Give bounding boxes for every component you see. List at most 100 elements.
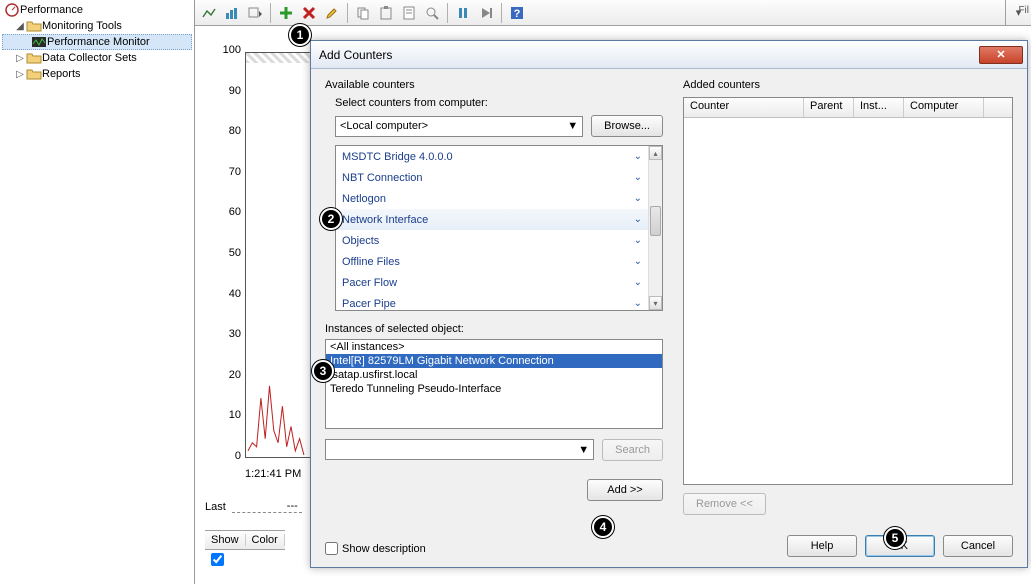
chevron-down-icon[interactable]: ⌄ (634, 277, 642, 288)
chevron-down-icon[interactable]: ⌄ (634, 256, 642, 267)
delete-icon[interactable] (298, 2, 320, 24)
counter-item[interactable]: Netlogon⌄ (336, 188, 648, 209)
dialog-titlebar[interactable]: Add Counters ✕ (311, 41, 1027, 69)
counter-item[interactable]: Pacer Flow ⌄ (336, 272, 648, 293)
counter-label: NBT Connection (342, 172, 423, 184)
expand-icon[interactable]: ▷ (14, 69, 26, 80)
counter-item[interactable]: Pacer Pipe⌄ (336, 293, 648, 310)
legend-row[interactable] (205, 550, 224, 568)
counter-item[interactable]: Network Interface ⌄ (336, 209, 648, 230)
search-button[interactable]: Search (602, 439, 663, 461)
legend-col-color[interactable]: Color (246, 534, 285, 546)
added-col-header[interactable]: Computer (904, 98, 984, 117)
instance-item[interactable]: Intel[R] 82579LM Gigabit Network Connect… (326, 354, 662, 368)
tree-perfmon-label: Performance Monitor (47, 36, 150, 48)
toolbar-divider (270, 3, 271, 23)
scrollbar[interactable]: ▴ ▾ (648, 146, 662, 310)
chevron-down-icon[interactable]: ⌄ (634, 214, 642, 225)
added-header: CounterParentInst...Computer (684, 98, 1012, 118)
callout-2: 2 (320, 208, 342, 230)
computer-row: <Local computer> ▼ Browse... (335, 115, 663, 137)
added-label: Added counters (683, 79, 1013, 91)
computer-value: <Local computer> (340, 120, 428, 132)
last-value: --- (232, 500, 302, 513)
right-toolbar: ▾ Fil (1005, 0, 1031, 26)
search-row: ▼ Search (325, 439, 663, 461)
chevron-down-icon[interactable]: ⌄ (634, 235, 642, 246)
computer-select[interactable]: <Local computer> ▼ (335, 116, 583, 137)
counter-label: MSDTC Bridge 4.0.0.0 (342, 151, 453, 163)
chevron-down-icon[interactable]: ⌄ (634, 151, 642, 162)
browse-button[interactable]: Browse... (591, 115, 663, 137)
instances-listbox[interactable]: <All instances>Intel[R] 82579LM Gigabit … (325, 339, 663, 429)
paste-icon[interactable] (375, 2, 397, 24)
legend-show-checkbox[interactable] (211, 553, 224, 566)
tree-dcs[interactable]: ▷ Data Collector Sets (2, 50, 192, 66)
chevron-down-icon[interactable]: ⌄ (634, 172, 642, 183)
dialog-footer: Help OK Cancel (311, 525, 1027, 567)
close-icon[interactable]: ✕ (979, 46, 1023, 64)
update-icon[interactable] (475, 2, 497, 24)
expand-icon[interactable]: ▷ (14, 53, 26, 64)
legend-col-show[interactable]: Show (205, 534, 246, 546)
instance-item[interactable]: isatap.usfirst.local (326, 368, 662, 382)
legend-header: Show Color (205, 530, 285, 550)
scroll-thumb[interactable] (650, 206, 661, 236)
chevron-down-icon[interactable]: ⌄ (634, 298, 642, 309)
add-row: Add >> (325, 479, 663, 501)
add-icon[interactable] (275, 2, 297, 24)
added-col-header[interactable]: Inst... (854, 98, 904, 117)
help-icon[interactable]: ? (506, 2, 528, 24)
counter-item[interactable]: Objects ⌄ (336, 230, 648, 251)
added-col-header[interactable]: Parent (804, 98, 854, 117)
cancel-button[interactable]: Cancel (943, 535, 1013, 557)
chevron-down-icon[interactable]: ⌄ (634, 193, 642, 204)
counter-item[interactable]: NBT Connection ⌄ (336, 167, 648, 188)
added-listbox[interactable]: CounterParentInst...Computer (683, 97, 1013, 485)
counter-item[interactable]: Offline Files ⌄ (336, 251, 648, 272)
zoom-icon[interactable] (421, 2, 443, 24)
right-label: Fil (1018, 5, 1029, 16)
y-tick: 100 (205, 44, 241, 56)
add-button[interactable]: Add >> (587, 479, 663, 501)
instances-label: Instances of selected object: (325, 323, 663, 335)
toolbar: ? (195, 0, 1031, 26)
instance-item[interactable]: <All instances> (326, 340, 662, 354)
folder-icon (26, 50, 42, 66)
counter-label: Pacer Flow (342, 277, 397, 289)
instance-item[interactable]: Teredo Tunneling Pseudo-Interface (326, 382, 662, 396)
copy-icon[interactable] (352, 2, 374, 24)
select-computer-label: Select counters from computer: (335, 97, 663, 109)
counters-listbox[interactable]: MSDTC Bridge 4.0.0.0⌄NBT Connection⌄Netl… (335, 145, 663, 311)
view-chart-icon[interactable] (198, 2, 220, 24)
callout-1: 1 (289, 24, 311, 46)
tree-root-performance[interactable]: Performance (2, 2, 192, 18)
tree-reports[interactable]: ▷ Reports (2, 66, 192, 82)
remove-button[interactable]: Remove << (683, 493, 766, 515)
dialog-body: Available counters Select counters from … (311, 69, 1027, 525)
properties-icon[interactable] (398, 2, 420, 24)
tree-perfmon[interactable]: Performance Monitor (2, 34, 192, 50)
counter-label: Network Interface (342, 214, 428, 226)
counter-label: Offline Files (342, 256, 400, 268)
view-histogram-icon[interactable] (221, 2, 243, 24)
highlight-icon[interactable] (321, 2, 343, 24)
help-button[interactable]: Help (787, 535, 857, 557)
scroll-down-icon[interactable]: ▾ (649, 296, 662, 310)
scroll-up-icon[interactable]: ▴ (649, 146, 662, 160)
y-tick: 10 (205, 409, 241, 421)
tree-monitoring-tools[interactable]: ◢ Monitoring Tools (2, 18, 192, 34)
view-dropdown-icon[interactable] (244, 2, 266, 24)
chart: 1009080706050403020100 1:21:41 PM Last -… (205, 40, 305, 580)
collapse-icon[interactable]: ◢ (14, 21, 26, 32)
added-col-header[interactable]: Counter (684, 98, 804, 117)
search-input[interactable]: ▼ (325, 439, 594, 460)
counter-label: Objects (342, 235, 379, 247)
y-tick: 0 (205, 450, 241, 462)
callout-4: 4 (592, 516, 614, 538)
y-tick: 30 (205, 328, 241, 340)
svg-text:?: ? (514, 8, 521, 20)
folder-icon (26, 18, 42, 34)
freeze-icon[interactable] (452, 2, 474, 24)
counter-item[interactable]: MSDTC Bridge 4.0.0.0 ⌄ (336, 146, 648, 167)
